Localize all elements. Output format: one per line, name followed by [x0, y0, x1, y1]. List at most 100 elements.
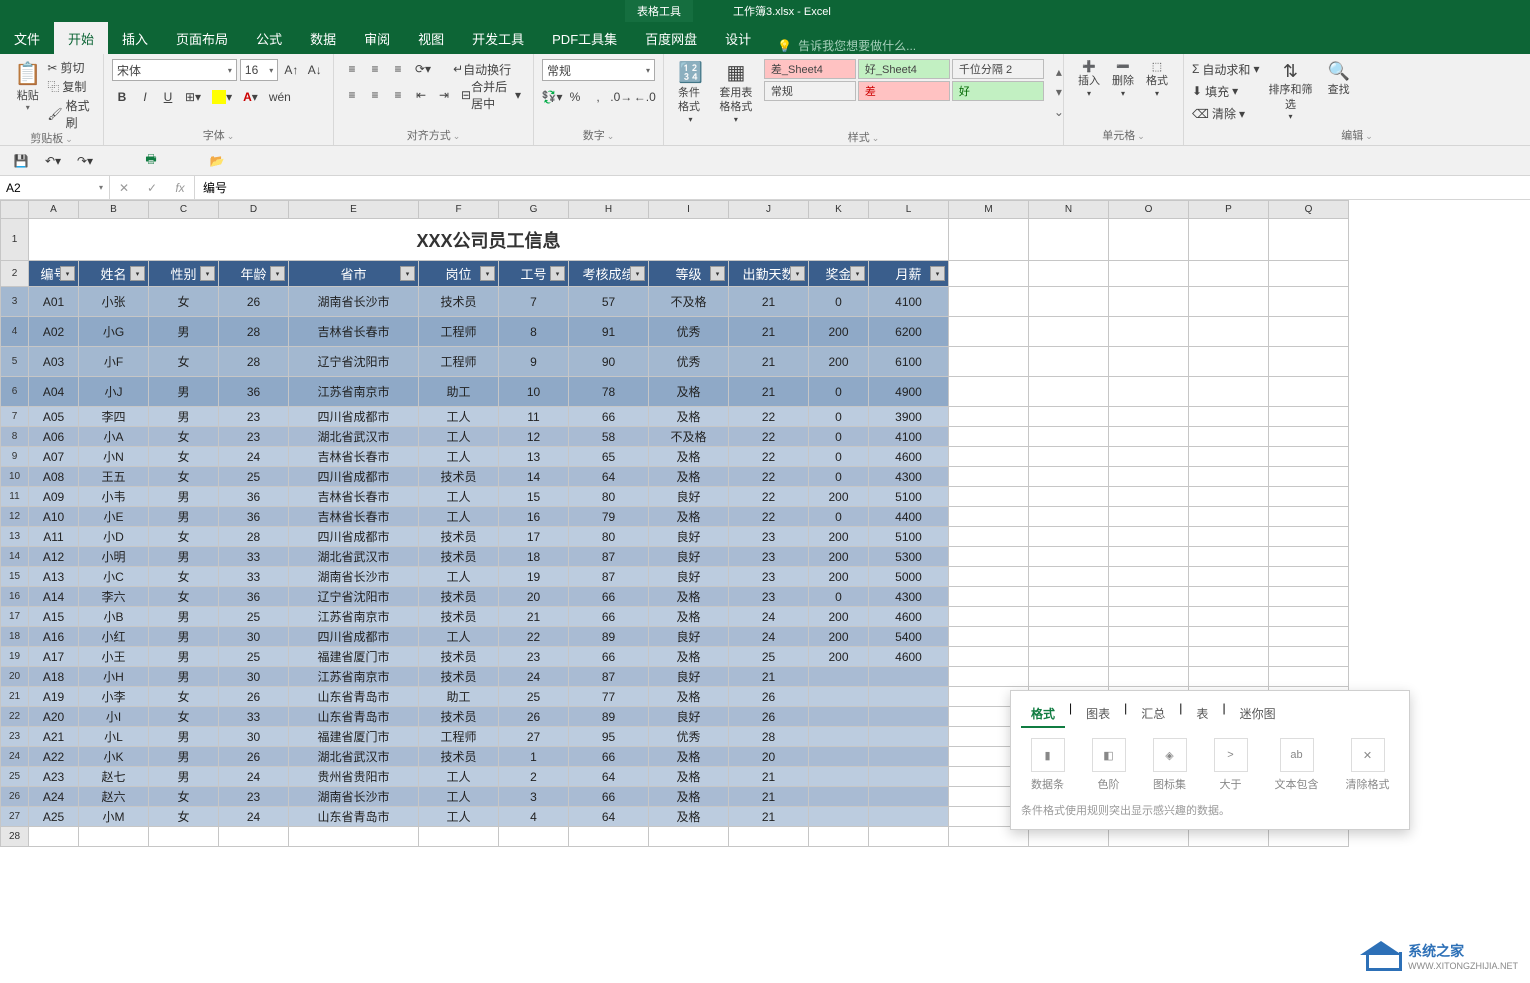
cell[interactable]: 5100 — [869, 527, 949, 547]
cell[interactable] — [1269, 347, 1349, 377]
col-header-C[interactable]: C — [149, 201, 219, 219]
cell[interactable]: 男 — [149, 377, 219, 407]
cell[interactable] — [1029, 467, 1109, 487]
cell[interactable]: 女 — [149, 447, 219, 467]
align-right-button[interactable]: ≡ — [388, 85, 408, 105]
cell[interactable]: 优秀 — [649, 727, 729, 747]
cell[interactable]: 79 — [569, 507, 649, 527]
quick-tab-2[interactable]: 汇总 — [1131, 701, 1175, 728]
align-middle-button[interactable]: ≡ — [365, 59, 385, 79]
cell[interactable]: 男 — [149, 487, 219, 507]
cell[interactable]: 77 — [569, 687, 649, 707]
cell[interactable]: 江苏省南京市 — [289, 607, 419, 627]
cell[interactable]: 良好 — [649, 707, 729, 727]
cell[interactable] — [1269, 507, 1349, 527]
cell[interactable]: 0 — [809, 287, 869, 317]
cell[interactable]: 30 — [219, 727, 289, 747]
cell[interactable]: 66 — [569, 747, 649, 767]
cell[interactable]: 良好 — [649, 667, 729, 687]
style-bad-sheet4[interactable]: 差_Sheet4 — [764, 59, 856, 79]
col-header-P[interactable]: P — [1189, 201, 1269, 219]
row-header-15[interactable]: 15 — [1, 567, 29, 587]
cell[interactable]: 及格 — [649, 747, 729, 767]
font-size-combo[interactable]: 16▾ — [240, 59, 278, 81]
cell[interactable] — [949, 527, 1029, 547]
cell[interactable]: 0 — [809, 587, 869, 607]
cell[interactable]: 湖南省长沙市 — [289, 787, 419, 807]
cell[interactable] — [79, 827, 149, 847]
cell[interactable]: 36 — [219, 587, 289, 607]
cell[interactable]: A19 — [29, 687, 79, 707]
cell[interactable]: 技术员 — [419, 607, 499, 627]
cell[interactable] — [1189, 447, 1269, 467]
cell[interactable] — [1269, 607, 1349, 627]
cell[interactable]: A16 — [29, 627, 79, 647]
cell[interactable] — [809, 767, 869, 787]
cell[interactable] — [949, 261, 1029, 287]
cell[interactable]: 28 — [219, 347, 289, 377]
cell[interactable] — [1029, 447, 1109, 467]
row-header-24[interactable]: 24 — [1, 747, 29, 767]
cell[interactable]: 200 — [809, 487, 869, 507]
cell[interactable]: 24 — [219, 447, 289, 467]
cell[interactable]: 28 — [729, 727, 809, 747]
table-header-11[interactable]: 月薪▾ — [869, 261, 949, 287]
cell[interactable]: 21 — [729, 317, 809, 347]
col-header-G[interactable]: G — [499, 201, 569, 219]
cell[interactable] — [869, 767, 949, 787]
col-header-A[interactable]: A — [29, 201, 79, 219]
cell[interactable] — [1109, 507, 1189, 527]
row-header-5[interactable]: 5 — [1, 347, 29, 377]
cell[interactable]: 6100 — [869, 347, 949, 377]
cell[interactable]: 18 — [499, 547, 569, 567]
cell[interactable]: 25 — [219, 607, 289, 627]
cell[interactable] — [809, 787, 869, 807]
cell[interactable]: 4600 — [869, 647, 949, 667]
row-header-25[interactable]: 25 — [1, 767, 29, 787]
row-header-10[interactable]: 10 — [1, 467, 29, 487]
quick-option-4[interactable]: ab文本包含 — [1275, 738, 1319, 792]
cell[interactable]: 良好 — [649, 527, 729, 547]
cell[interactable]: 22 — [729, 507, 809, 527]
table-header-10[interactable]: 奖金▾ — [809, 261, 869, 287]
indent-increase-button[interactable]: ⇥ — [434, 85, 454, 105]
table-header-1[interactable]: 姓名▾ — [79, 261, 149, 287]
quick-tab-0[interactable]: 格式 — [1021, 701, 1065, 728]
cell[interactable] — [869, 827, 949, 847]
cell[interactable]: 女 — [149, 567, 219, 587]
cell[interactable] — [1109, 587, 1189, 607]
cell[interactable]: 16 — [499, 507, 569, 527]
spreadsheet-grid[interactable]: ABCDEFGHIJKLMNOPQ1XXX公司员工信息2编号▾姓名▾性别▾年龄▾… — [0, 200, 1530, 870]
cell[interactable] — [1269, 407, 1349, 427]
cell[interactable] — [1189, 587, 1269, 607]
merge-center-button[interactable]: ⊟合并后居中▾ — [457, 85, 525, 105]
cell[interactable]: 4100 — [869, 287, 949, 317]
cell[interactable] — [949, 317, 1029, 347]
cell[interactable]: 23 — [219, 427, 289, 447]
col-header-E[interactable]: E — [289, 201, 419, 219]
cell[interactable] — [809, 667, 869, 687]
table-header-9[interactable]: 出勤天数▾ — [729, 261, 809, 287]
cell[interactable]: 小张 — [79, 287, 149, 317]
cell[interactable]: 良好 — [649, 487, 729, 507]
cell[interactable]: 26 — [219, 747, 289, 767]
cell[interactable] — [1109, 347, 1189, 377]
phonetic-button[interactable]: wén — [265, 87, 295, 107]
cell[interactable] — [949, 587, 1029, 607]
sort-filter-button[interactable]: ⇅排序和筛选▾ — [1259, 58, 1321, 125]
cell[interactable]: 4900 — [869, 377, 949, 407]
cell[interactable]: 技术员 — [419, 747, 499, 767]
cell[interactable]: 4100 — [869, 427, 949, 447]
cell[interactable]: 21 — [729, 287, 809, 317]
cell[interactable]: 78 — [569, 377, 649, 407]
cell[interactable]: 4300 — [869, 467, 949, 487]
cell[interactable] — [1269, 667, 1349, 687]
cell[interactable] — [1269, 527, 1349, 547]
cell[interactable]: 赵七 — [79, 767, 149, 787]
row-header-11[interactable]: 11 — [1, 487, 29, 507]
cell[interactable] — [1029, 507, 1109, 527]
cell[interactable] — [1189, 407, 1269, 427]
row-header-3[interactable]: 3 — [1, 287, 29, 317]
row-header-22[interactable]: 22 — [1, 707, 29, 727]
cell[interactable]: 及格 — [649, 587, 729, 607]
